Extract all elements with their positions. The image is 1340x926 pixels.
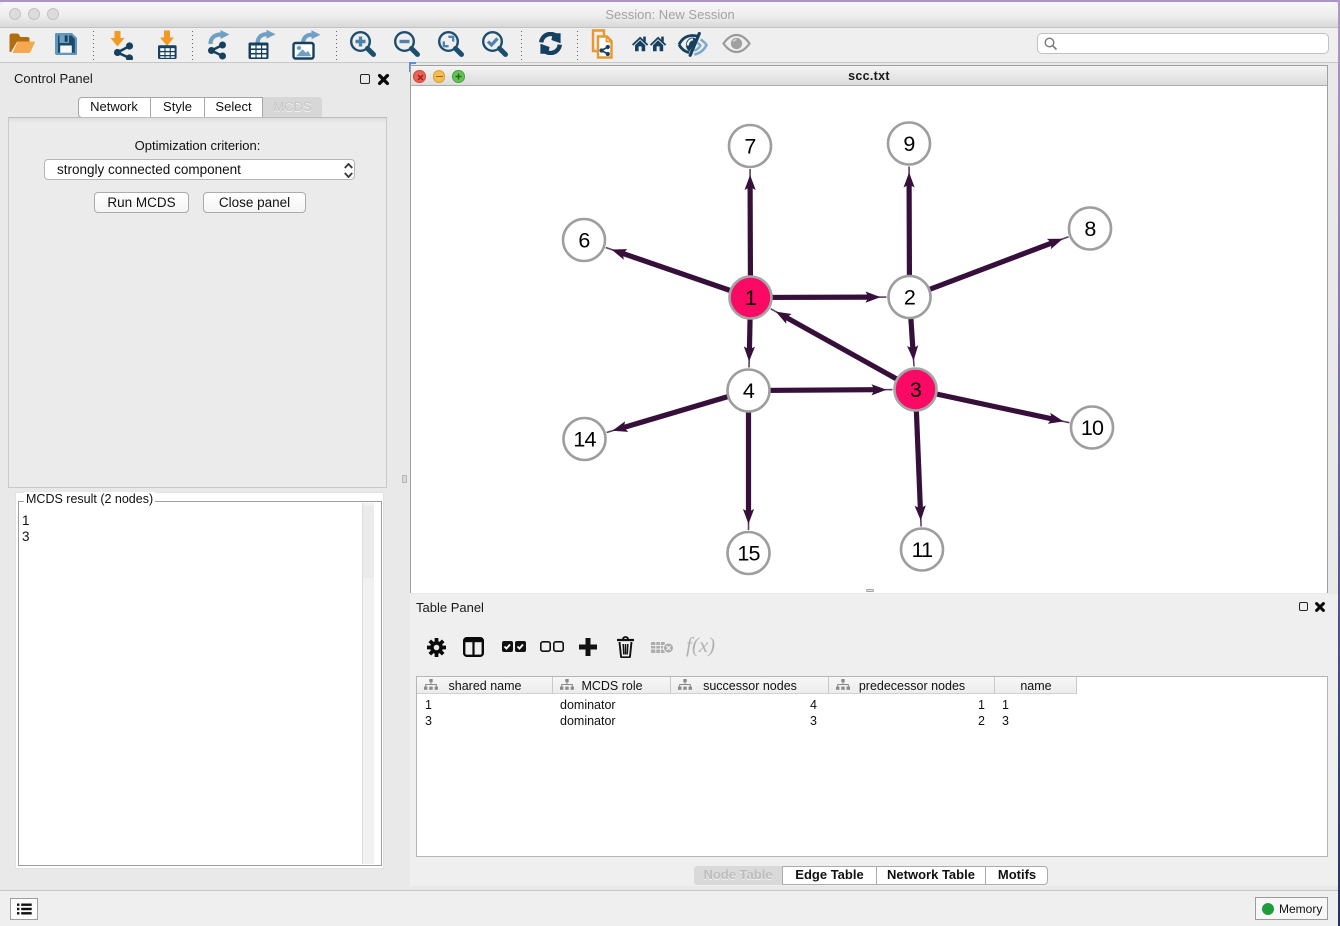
svg-text:6: 6 bbox=[578, 229, 590, 253]
svg-text:15: 15 bbox=[737, 542, 760, 566]
svg-text:8: 8 bbox=[1084, 217, 1096, 241]
svg-text:1: 1 bbox=[745, 286, 756, 310]
svg-text:4: 4 bbox=[743, 379, 755, 403]
svg-text:3: 3 bbox=[910, 378, 922, 402]
svg-text:11: 11 bbox=[912, 538, 933, 562]
svg-text:2: 2 bbox=[904, 286, 915, 310]
svg-text:14: 14 bbox=[573, 428, 596, 452]
svg-text:9: 9 bbox=[903, 132, 914, 156]
svg-text:7: 7 bbox=[744, 135, 755, 159]
svg-text:10: 10 bbox=[1081, 416, 1104, 440]
